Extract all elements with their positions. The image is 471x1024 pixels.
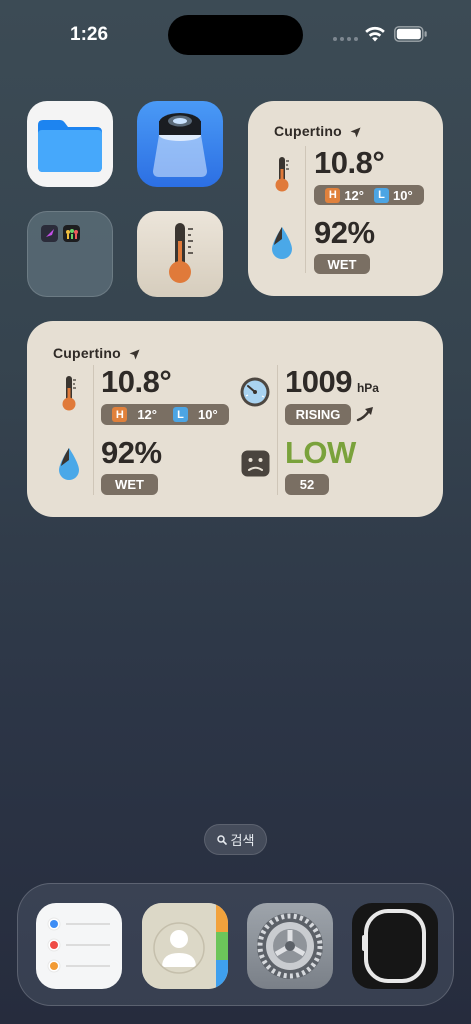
temperature-value: 10.8° — [101, 364, 172, 399]
air-quality-value: LOW — [285, 435, 356, 470]
divider — [277, 365, 278, 495]
high-low-pill: H 12° L 10° — [314, 185, 424, 205]
reminders-icon — [47, 917, 110, 973]
lens-app-icon[interactable] — [137, 101, 223, 187]
app-folder[interactable] — [27, 211, 113, 297]
reminders-app-icon[interactable] — [36, 903, 122, 989]
divider — [305, 146, 306, 273]
water-drop-icon — [59, 448, 79, 480]
watch-icon — [362, 909, 426, 983]
location-arrow-icon — [350, 127, 361, 138]
temperature-value: 10.8° — [314, 145, 385, 180]
settings-gear-icon — [257, 913, 323, 979]
humidity-value: 92% — [314, 215, 375, 250]
contacts-icon — [142, 903, 228, 989]
trend-up-arrow-icon — [356, 407, 373, 422]
humidity-label: WET — [314, 254, 370, 274]
widget-city: Cupertino — [53, 345, 121, 361]
pressure-value: 1009 — [285, 364, 352, 399]
dock — [17, 883, 454, 1006]
humidity-label: WET — [101, 474, 158, 495]
widget-city: Cupertino — [274, 123, 342, 139]
humidity-value: 92% — [101, 435, 162, 470]
watch-app-icon[interactable] — [352, 903, 438, 989]
pressure-trend-label: RISING — [285, 404, 351, 425]
low-temp: 10° — [393, 187, 413, 203]
files-folder-icon — [38, 120, 102, 172]
status-time: 1:26 — [70, 24, 109, 45]
search-label: 검색 — [230, 833, 255, 848]
magnifier-lens-icon — [153, 113, 207, 177]
high-badge: H — [325, 187, 341, 203]
high-temp: 12° — [344, 187, 364, 203]
thermometer-icon — [62, 376, 76, 411]
low-badge: L — [173, 407, 188, 422]
cellular-signal-icon — [333, 37, 358, 41]
divider — [93, 365, 94, 495]
contacts-app-icon[interactable] — [142, 903, 228, 989]
battery-icon — [394, 26, 427, 42]
barometer-gauge-icon — [240, 377, 270, 407]
sad-face-icon — [241, 450, 270, 477]
water-drop-icon — [272, 227, 292, 259]
thermometer-icon — [275, 157, 289, 192]
files-app-icon[interactable] — [27, 101, 113, 187]
spotlight-search-button[interactable]: 검색 — [204, 824, 267, 855]
app-folder-icon — [41, 225, 80, 242]
thermometer-icon — [169, 223, 193, 283]
search-icon — [216, 834, 227, 845]
thermometer-app-icon[interactable] — [137, 211, 223, 297]
weather-widget-medium[interactable]: Cupertino 10.8° H 12° L 10° 92% WET 1009… — [27, 321, 443, 517]
weather-widget-small[interactable]: Cupertino 10.8° H 12° L 10° 92% WET — [248, 101, 443, 296]
location-arrow-icon — [129, 349, 140, 360]
wifi-icon — [365, 26, 385, 42]
high-badge: H — [112, 407, 128, 422]
low-temp: 10° — [198, 407, 218, 422]
dynamic-island — [168, 15, 303, 55]
pressure-unit: hPa — [356, 381, 379, 395]
air-quality-index: 52 — [285, 474, 329, 495]
high-temp: 12° — [137, 407, 157, 422]
low-badge: L — [374, 187, 389, 203]
settings-app-icon[interactable] — [247, 903, 333, 989]
high-low-pill: H 12° L 10° — [101, 404, 229, 425]
